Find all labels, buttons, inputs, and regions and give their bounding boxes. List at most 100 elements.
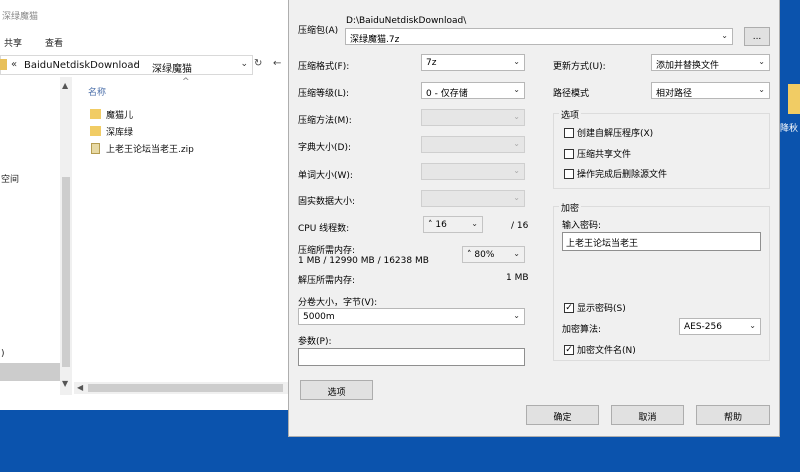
solid-size-label: 固实数据大小: [298,197,356,207]
checkbox-box[interactable] [564,148,574,159]
delete-source-checkbox[interactable]: 操作完成后删除源文件 [564,167,667,180]
chevron-down-icon: ⌄ [513,311,520,320]
method-label: 压缩方法(M): [298,116,352,126]
encrypt-names-checkbox[interactable]: ✓ 加密文件名(N) [564,343,636,356]
options-group-title: 选项 [559,108,582,121]
checkbox-box[interactable] [564,168,574,179]
compress-shared-checkbox[interactable]: 压缩共享文件 [564,147,631,160]
horizontal-scrollbar[interactable]: ◀ [74,382,290,394]
ribbon-tab-view[interactable]: 查看 [45,36,63,49]
window-title: 深绿魔猫 [2,12,39,22]
scroll-thumb[interactable] [62,177,70,367]
split-size-label: 分卷大小，字节(V): [298,298,378,308]
create-sfx-label: 创建自解压程序(X) [577,129,654,139]
column-header-name[interactable]: 名称 [88,85,106,98]
scroll-left-icon[interactable]: ◀ [77,383,83,392]
options-button[interactable]: 选项 [300,380,373,400]
refresh-icon[interactable]: ↻ [254,58,262,69]
help-button[interactable]: 帮助 [696,405,770,425]
archive-directory: D:\BaiduNetdiskDownload\ [346,16,467,26]
breadcrumb-separator[interactable]: › [134,59,138,69]
compress-shared-label: 压缩共享文件 [577,150,632,160]
nav-item[interactable]: 空间 [1,172,19,185]
chevron-down-icon: ⌄ [513,193,520,202]
list-item[interactable]: 魔猫儿 [90,107,133,121]
list-item[interactable]: 上老王论坛当老王.zip [90,141,194,155]
split-size-select[interactable]: 5000m ⌄ [298,308,525,325]
memory-detail: 1 MB / 12990 MB / 16238 MB [298,256,429,266]
list-item[interactable]: 深库绿 [90,124,133,138]
encryption-method-value: AES-256 [684,322,722,332]
path-mode-label: 路径模式 [553,89,590,99]
update-mode-select[interactable]: 添加并替换文件 ⌄ [651,54,770,71]
address-bar[interactable]: « BaiduNetdiskDownload › 深绿魔猫 ⌄ [0,55,253,75]
ribbon-tab-share[interactable]: 共享 [4,36,22,49]
scroll-thumb[interactable] [88,384,283,392]
checkbox-box-checked[interactable]: ✓ [564,302,574,313]
archive-name-value: 深绿魔猫.7z [350,35,400,45]
encryption-method-select[interactable]: AES-256 ⌄ [679,318,761,335]
encrypt-names-label: 加密文件名(N) [577,346,636,356]
memory-percent-select[interactable]: ˄ 80% ⌄ [462,246,525,263]
method-select[interactable]: ⌄ [421,109,525,126]
cpu-threads-total: / 16 [511,221,529,231]
decompress-memory-label: 解压所需内存: [298,276,356,286]
show-password-label: 显示密码(S) [577,304,626,314]
level-select[interactable]: 0 - 仅存储 ⌄ [421,82,525,99]
cpu-threads-value: 16 [435,220,447,230]
chevron-down-icon: ⌄ [513,166,520,175]
scroll-up-icon[interactable]: ▲ [62,81,68,90]
breadcrumb-current-folder[interactable]: 深绿魔猫 [152,60,192,75]
archive-label: 压缩包(A) [298,26,339,36]
browse-button[interactable]: ... [744,27,770,46]
create-sfx-checkbox[interactable]: 创建自解压程序(X) [564,126,653,139]
format-value: 7z [426,58,437,68]
word-size-select[interactable]: ⌄ [421,163,525,180]
nav-selected-item[interactable] [0,363,60,381]
zip-file-icon [91,142,100,154]
chevron-down-icon[interactable]: ⌄ [721,31,728,40]
encryption-group-title: 加密 [559,201,582,214]
chevron-down-icon: ⌄ [749,321,756,330]
memory-percent-value: 80% [474,250,495,260]
show-password-checkbox[interactable]: ✓ 显示密码(S) [564,301,626,314]
checkbox-box[interactable] [564,127,574,138]
parameters-input[interactable] [298,348,525,366]
folder-icon [0,59,7,70]
chevron-down-icon: ⌄ [758,57,765,66]
encryption-method-label: 加密算法: [562,325,602,335]
desktop-icon-label[interactable]: 降秋 [780,121,798,134]
solid-size-select[interactable]: ⌄ [421,190,525,207]
chevron-down-icon[interactable]: ⌄ [240,59,248,69]
level-value: 0 - 仅存储 [426,89,468,99]
archive-name-combo[interactable]: 深绿魔猫.7z ⌄ [345,28,733,45]
format-select[interactable]: 7z ⌄ [421,54,525,71]
ok-button[interactable]: 确定 [526,405,599,425]
back-icon[interactable]: ← [273,58,281,69]
update-mode-label: 更新方式(U): [553,62,606,72]
nav-item[interactable]: ) [1,349,5,359]
decompress-memory-value: 1 MB [506,273,529,283]
scroll-down-icon[interactable]: ▼ [62,379,68,388]
dict-size-select[interactable]: ⌄ [421,136,525,153]
chevron-down-icon: ⌄ [513,112,520,121]
split-size-value: 5000m [303,312,335,322]
folder-icon [90,109,101,119]
chevron-down-icon: ⌄ [758,85,765,94]
nav-scrollbar[interactable]: ▲ ▼ [60,77,72,395]
breadcrumb-baidunetdisk[interactable]: BaiduNetdiskDownload [24,60,140,71]
checkbox-box-checked[interactable]: ✓ [564,344,574,355]
desktop-folder-icon[interactable] [788,84,800,114]
cpu-threads-select[interactable]: ˄ 16 ⌄ [423,216,483,233]
dict-size-label: 字典大小(D): [298,143,351,153]
chevron-down-icon: ⌄ [513,57,520,66]
sort-ascending-icon: ^ [182,77,190,87]
address-overflow-chevron[interactable]: « [11,59,17,70]
password-input[interactable]: 上老王论坛当老王 [562,232,761,251]
cancel-button[interactable]: 取消 [611,405,684,425]
file-name: 深库绿 [106,127,134,138]
parameters-label: 参数(P): [298,337,332,347]
path-mode-select[interactable]: 相对路径 ⌄ [651,82,770,99]
word-size-label: 单词大小(W): [298,171,353,181]
cpu-threads-label: CPU 线程数: [298,224,350,234]
